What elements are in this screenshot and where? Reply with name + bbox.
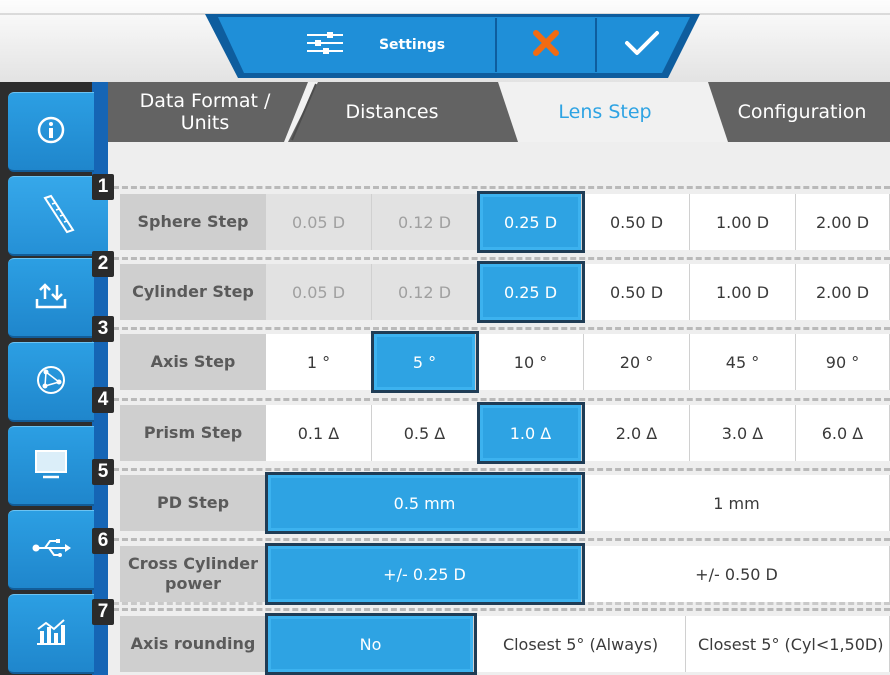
tab-lens-step[interactable]: Lens Step (520, 82, 690, 142)
row-label-axis-rounding: Axis rounding (120, 616, 266, 672)
prism-option-2.0[interactable]: 2.0 Δ (584, 405, 690, 461)
settings-label: Settings (378, 37, 446, 53)
prism-option-0.1[interactable]: 0.1 Δ (266, 405, 372, 461)
row-separator (113, 398, 890, 401)
sliders-icon (305, 30, 345, 60)
cylinder-option-2.00[interactable]: 2.00 D (796, 264, 890, 320)
axis-option-45[interactable]: 45 ° (690, 334, 796, 390)
sidebar-stripe (92, 82, 108, 675)
row-number-badge: 4 (92, 387, 114, 413)
pd-option-0.5mm[interactable]: 0.5 mm (268, 475, 582, 531)
row-number-badge: 7 (92, 599, 114, 625)
tab-lens-step-label: Lens Step (558, 101, 652, 123)
row-separator (113, 602, 890, 605)
sphere-option-0.12: 0.12 D (372, 194, 478, 250)
sphere-option-1.00[interactable]: 1.00 D (690, 194, 796, 250)
confirm-button[interactable] (597, 18, 687, 72)
row-separator (113, 257, 890, 260)
axis-option-10[interactable]: 10 ° (478, 334, 584, 390)
tab-data-format-line2: Units (180, 112, 230, 134)
row-number-badge: 6 (92, 528, 114, 554)
row-separator (113, 186, 890, 189)
axis-option-1[interactable]: 1 ° (266, 334, 372, 390)
tab-data-format-line1: Data Format / (139, 90, 271, 112)
usb-icon (31, 536, 71, 564)
row-label-line2: power (165, 574, 221, 593)
row-label-prism-step: Prism Step (120, 405, 266, 461)
upload-download-icon (34, 281, 68, 315)
tab-distances[interactable]: Distances (312, 82, 472, 142)
row-label-axis-step: Axis Step (120, 334, 266, 390)
cylinder-option-1.00[interactable]: 1.00 D (690, 264, 796, 320)
row-separator (113, 608, 890, 611)
close-x-icon (531, 28, 561, 62)
axis-option-20[interactable]: 20 ° (584, 334, 690, 390)
ruler-icon (41, 194, 77, 238)
settings-button[interactable]: Settings (255, 18, 495, 72)
tab-configuration-label: Configuration (737, 101, 867, 123)
row-separator (113, 538, 890, 541)
axis-rounding-option-cyl[interactable]: Closest 5° (Cyl<1,50D) (686, 616, 890, 672)
row-label-line1: Cross Cylinder (128, 554, 258, 573)
prism-option-3.0[interactable]: 3.0 Δ (690, 405, 796, 461)
tab-distances-label: Distances (345, 101, 439, 123)
cancel-button[interactable] (497, 18, 595, 72)
cross-cyl-option-0.50[interactable]: +/- 0.50 D (584, 546, 890, 602)
row-number-badge: 5 (92, 459, 114, 485)
axis-option-90[interactable]: 90 ° (796, 334, 890, 390)
cylinder-option-0.50[interactable]: 0.50 D (584, 264, 690, 320)
network-globe-icon (35, 364, 67, 400)
row-separator (113, 468, 890, 471)
prism-option-6.0[interactable]: 6.0 Δ (796, 405, 890, 461)
sidebar-item-display[interactable] (8, 426, 94, 506)
row-separator (113, 327, 890, 330)
checkmark-icon (623, 28, 661, 62)
axis-option-5[interactable]: 5 ° (374, 334, 476, 390)
info-icon (36, 115, 66, 149)
prism-option-0.5[interactable]: 0.5 Δ (372, 405, 478, 461)
cylinder-option-0.25[interactable]: 0.25 D (480, 264, 582, 320)
tab-data-format-units[interactable]: Data Format / Units (120, 82, 290, 142)
sphere-option-0.25[interactable]: 0.25 D (480, 194, 582, 250)
cylinder-option-0.05: 0.05 D (266, 264, 372, 320)
sphere-option-0.05: 0.05 D (266, 194, 372, 250)
monitor-icon (33, 448, 69, 484)
row-label-cylinder-step: Cylinder Step (120, 264, 266, 320)
cylinder-option-0.12: 0.12 D (372, 264, 478, 320)
row-number-badge: 2 (92, 251, 114, 277)
sidebar-item-network[interactable] (8, 342, 94, 422)
sidebar-item-usb[interactable] (8, 510, 94, 590)
row-label-pd-step: PD Step (120, 475, 266, 531)
axis-rounding-option-no[interactable]: No (268, 616, 474, 672)
row-label-sphere-step: Sphere Step (120, 194, 266, 250)
axis-rounding-option-always[interactable]: Closest 5° (Always) (476, 616, 686, 672)
sidebar-item-statistics[interactable] (8, 594, 94, 674)
chart-icon (34, 617, 68, 651)
pd-option-1mm[interactable]: 1 mm (584, 475, 890, 531)
sidebar-item-transfer[interactable] (8, 258, 94, 338)
row-number-badge: 3 (92, 316, 114, 342)
sidebar-item-info[interactable] (8, 92, 94, 172)
row-label-cross-cylinder-power: Cross Cylinder power (120, 546, 266, 602)
sphere-option-0.50[interactable]: 0.50 D (584, 194, 690, 250)
prism-option-1.0[interactable]: 1.0 Δ (480, 405, 582, 461)
row-number-badge: 1 (92, 174, 114, 200)
sphere-option-2.00[interactable]: 2.00 D (796, 194, 890, 250)
tab-configuration[interactable]: Configuration (712, 82, 890, 142)
cross-cyl-option-0.25[interactable]: +/- 0.25 D (268, 546, 582, 602)
